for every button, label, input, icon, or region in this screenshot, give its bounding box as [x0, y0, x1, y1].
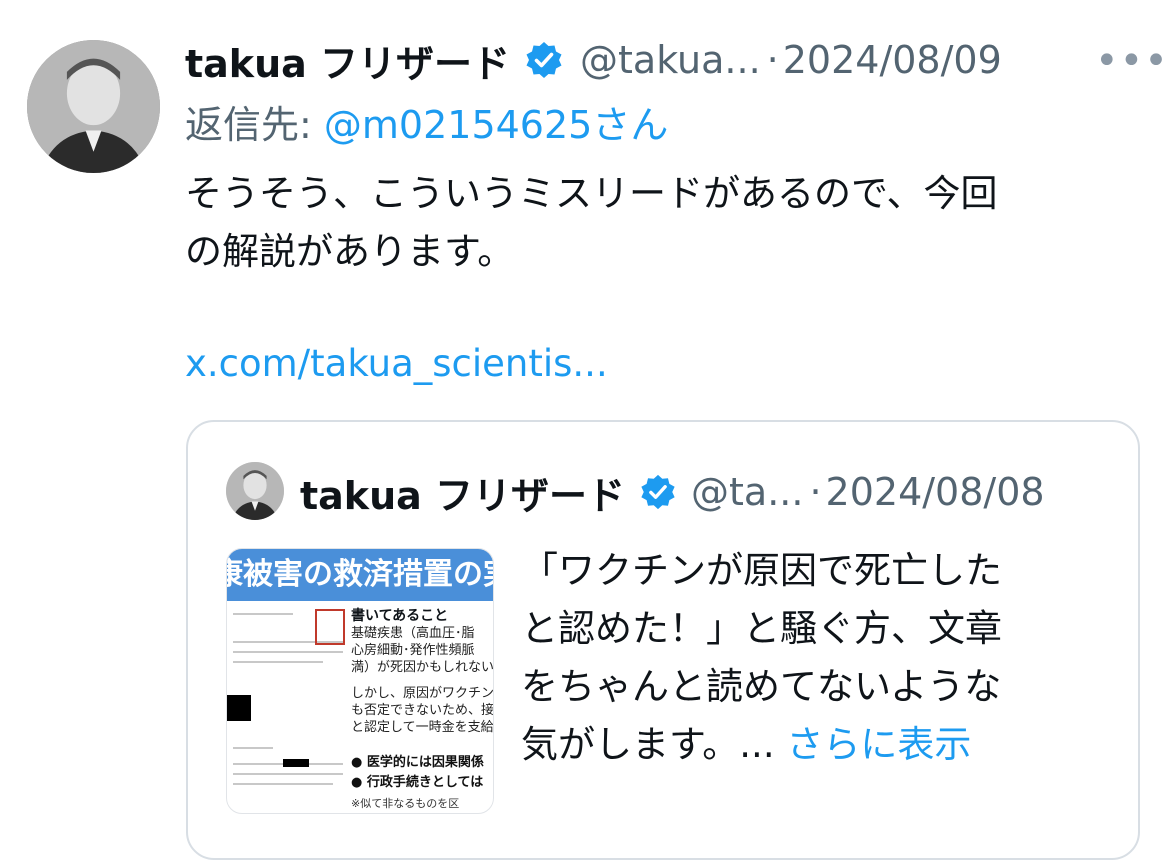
thumbnail-text-line [233, 783, 333, 785]
thumbnail-text-line [233, 613, 293, 615]
reply-to-line: 返信先: @m02154625さん [185, 94, 668, 149]
quoted-body-line: をちゃんと読めてないような [521, 665, 1002, 708]
tweet-body-line: の解説があります。 [185, 230, 515, 273]
thumbnail-text-line [233, 651, 343, 653]
separator-dot: · [766, 38, 779, 82]
author-handle[interactable]: @takua... [580, 38, 761, 82]
thumbnail-redaction [227, 695, 251, 721]
thumbnail-text-line [233, 773, 343, 775]
thumbnail-heading: 書いてあること [351, 608, 449, 624]
thumbnail-text-line [233, 747, 273, 749]
quoted-image-thumbnail[interactable]: 康被害の救済措置の実 書いてあること 基礎疾患（高血圧･脂 心房細動･発作性頻脈… [226, 548, 494, 814]
reply-mention-link[interactable]: @m02154625さん [324, 103, 668, 147]
thumbnail-paragraph: 基礎疾患（高血圧･脂 [351, 626, 475, 641]
thumbnail-paragraph: 心房細動･発作性頻脈 [351, 643, 475, 658]
thumbnail-bullet: ● 医学的には因果関係 [351, 755, 484, 770]
quoted-body-line: と認めた！」と騒ぐ方、文章 [521, 607, 1002, 650]
thumbnail-stamp [315, 609, 345, 645]
thumbnail-paragraph: も否定できないため、接 [351, 703, 494, 718]
tweet-link[interactable]: x.com/takua_scientis... [185, 342, 608, 385]
tweet-body-line: そうそう、こういうミスリードがあるので、今回 [185, 172, 998, 215]
thumbnail-note: ※似て非なるものを区 [351, 797, 460, 810]
quoted-avatar[interactable] [226, 462, 284, 520]
author-name[interactable]: takua フリザード [185, 33, 510, 88]
quoted-body: 「ワクチンが原因で死亡した と認めた！」と騒ぐ方、文章 をちゃんと読めてないよう… [521, 542, 1101, 774]
tweet-body: そうそう、こういうミスリードがあるので、今回 の解説があります。 [185, 165, 1135, 281]
quoted-date[interactable]: 2024/08/08 [826, 470, 1045, 514]
thumbnail-banner: 康被害の救済措置の実 [227, 549, 493, 601]
thumbnail-bullet: ● 行政手続きとしては [351, 775, 484, 790]
separator-dot: · [809, 470, 822, 514]
verified-badge-icon [641, 474, 675, 510]
tweet-header: takua フリザード @takua... · 2024/08/09 [185, 30, 1160, 90]
thumbnail-paragraph: しかし、原因がワクチンの [351, 686, 494, 701]
show-more-link[interactable]: さらに表示 [786, 723, 971, 766]
thumbnail-paragraph: 満）が死因かもしれない [351, 660, 494, 675]
thumbnail-text-line [233, 661, 323, 663]
quoted-author-name[interactable]: takua フリザード [300, 465, 625, 520]
quoted-handle[interactable]: @ta... [691, 470, 803, 514]
quoted-body-ellipsis-text: 気がします。... [521, 723, 775, 766]
verified-badge-icon [526, 42, 562, 78]
quoted-body-line: 「ワクチンが原因で死亡した [521, 549, 1002, 592]
quoted-body-line-last: 気がします。... さらに表示 [521, 716, 1101, 774]
thumbnail-redaction [283, 759, 309, 767]
reply-prefix: 返信先: [185, 103, 324, 147]
more-options-icon[interactable]: ••• [1095, 38, 1169, 84]
thumbnail-paragraph: と認定して一時金を支給 [351, 720, 494, 735]
quoted-header: takua フリザード @ta... · 2024/08/08 [300, 462, 1045, 522]
avatar[interactable] [27, 40, 160, 173]
quoted-tweet-card[interactable]: takua フリザード @ta... · 2024/08/08 康被害の救済措置… [186, 420, 1140, 860]
tweet-date[interactable]: 2024/08/09 [783, 38, 1002, 82]
